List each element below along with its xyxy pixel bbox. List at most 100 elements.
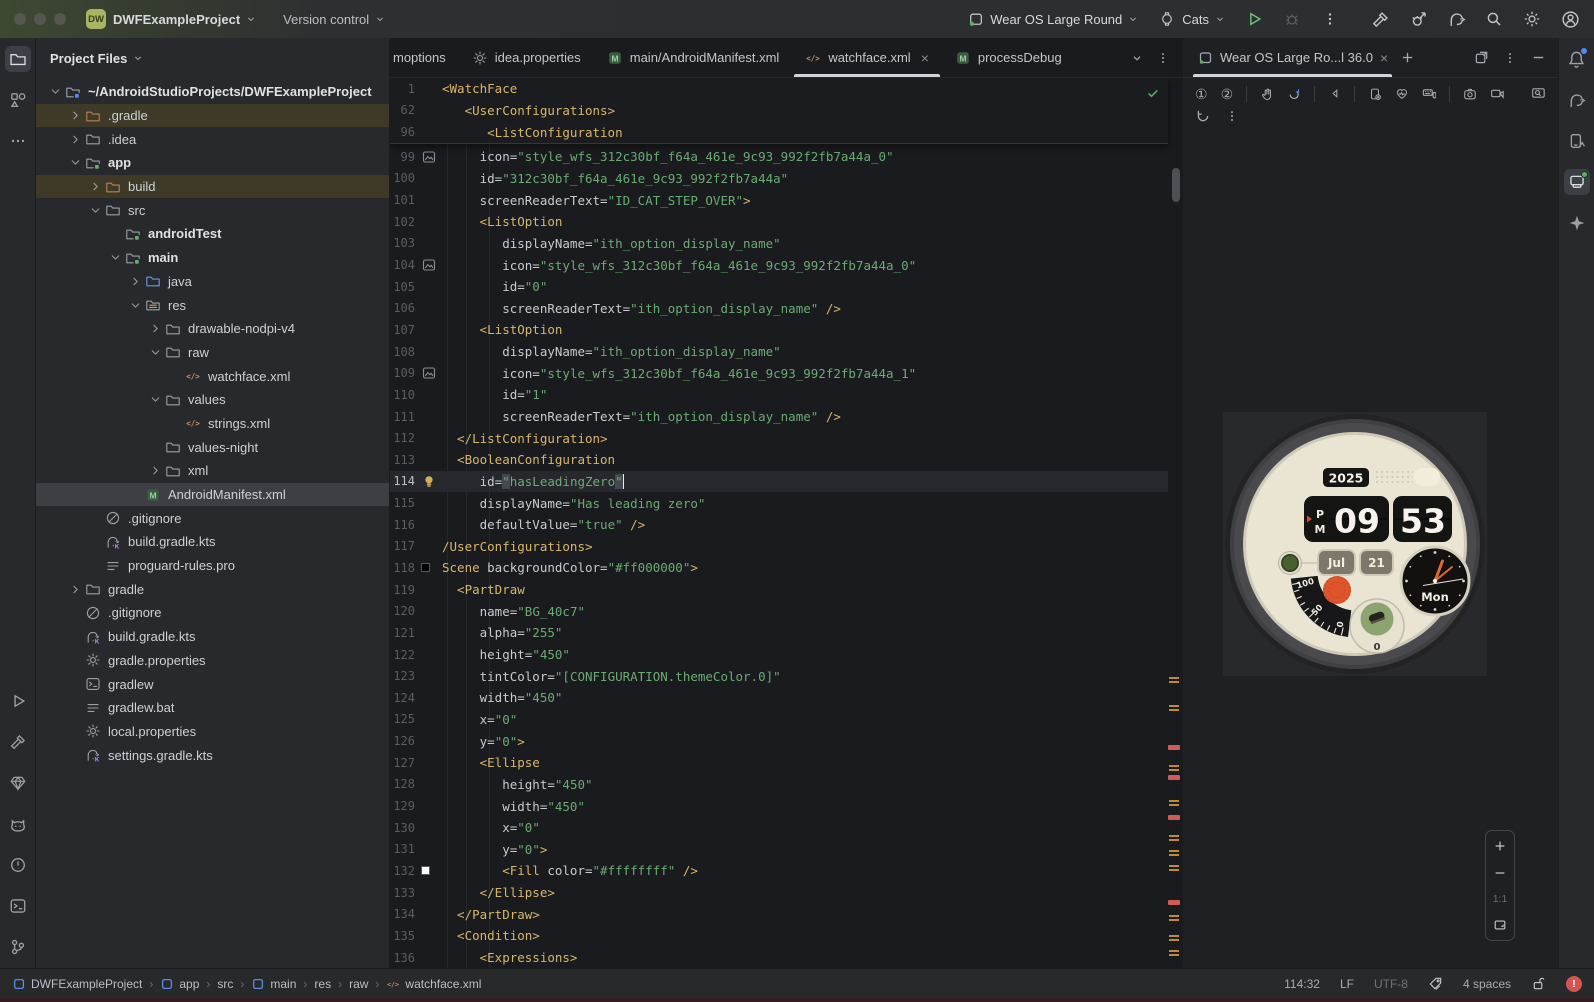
tree-item[interactable]: Ksettings.gradle.kts <box>36 743 389 767</box>
tree-chevron-icon[interactable] <box>66 154 84 171</box>
terminal-tool-button[interactable] <box>5 893 31 919</box>
line-number[interactable]: 119 <box>390 583 415 597</box>
tree-item[interactable]: proguard-rules.pro <box>36 554 389 578</box>
warning-stripe-mark[interactable] <box>1169 677 1179 679</box>
code-line[interactable]: 110id="1" <box>390 384 1168 406</box>
warning-stripe-mark[interactable] <box>1169 800 1179 802</box>
code-line[interactable]: 132<Fill color="#ffffffff" /> <box>390 860 1168 882</box>
run-tool-button[interactable] <box>5 688 31 714</box>
gutter-color-swatch-white[interactable] <box>415 866 442 875</box>
screenshot-icon[interactable] <box>1463 86 1477 102</box>
line-number[interactable]: 122 <box>390 648 415 662</box>
tree-item[interactable]: build <box>36 175 389 199</box>
running-device-tab[interactable]: Wear OS Large Ro...l 36.0 × <box>1193 38 1392 77</box>
code-line[interactable]: 108displayName="ith_option_display_name" <box>390 341 1168 363</box>
code-line[interactable]: 101screenReaderText="ID_CAT_STEP_OVER"> <box>390 189 1168 211</box>
line-number[interactable]: 112 <box>390 431 415 445</box>
device-selector[interactable]: Wear OS Large Round <box>965 9 1139 29</box>
error-stripe-mark[interactable] <box>1168 815 1180 820</box>
line-number[interactable]: 126 <box>390 734 415 748</box>
gradle-sync-icon[interactable] <box>1446 9 1466 29</box>
code-line-current[interactable]: 114id="hasLeadingZero" <box>390 471 1168 493</box>
tree-chevron-icon[interactable] <box>146 320 164 337</box>
tree-item[interactable]: Kbuild.gradle.kts <box>36 625 389 649</box>
tag-icon[interactable] <box>1428 976 1443 991</box>
account-button[interactable] <box>1560 9 1580 29</box>
tree-chevron-icon[interactable] <box>146 462 164 479</box>
tree-item[interactable]: raw <box>36 341 389 365</box>
line-number[interactable]: 62 <box>390 103 415 117</box>
tree-item[interactable]: .idea <box>36 127 389 151</box>
build-tool-button[interactable] <box>5 729 31 755</box>
line-number[interactable]: 99 <box>390 150 415 164</box>
line-number[interactable]: 115 <box>390 496 415 510</box>
line-number[interactable]: 113 <box>390 453 415 467</box>
code-line[interactable]: 115displayName="Has leading zero" <box>390 492 1168 514</box>
error-stripe-mark[interactable] <box>1168 775 1180 780</box>
line-number[interactable]: 103 <box>390 236 415 250</box>
line-number[interactable]: 125 <box>390 712 415 726</box>
window-controls[interactable] <box>14 13 66 25</box>
tree-item[interactable]: </>strings.xml <box>36 412 389 436</box>
tree-item[interactable]: MAndroidManifest.xml <box>36 483 389 507</box>
notifications-tool-button[interactable] <box>1564 46 1590 72</box>
tree-item[interactable]: gradle.properties <box>36 649 389 673</box>
run-button[interactable] <box>1244 9 1264 29</box>
screen-inspect-icon[interactable] <box>1531 85 1546 102</box>
line-number[interactable]: 110 <box>390 388 415 402</box>
close-icon[interactable]: × <box>1380 50 1388 66</box>
tree-item[interactable]: </>watchface.xml <box>36 364 389 388</box>
run-configuration-selector[interactable]: Cats <box>1157 9 1226 29</box>
code-line[interactable]: 100id="312c30bf_f64a_461e_9c93_992f2fb7a… <box>390 168 1168 190</box>
line-number[interactable]: 1 <box>390 82 415 96</box>
maximize-window-button[interactable] <box>54 13 66 25</box>
tab-list-chevron-icon[interactable] <box>1130 51 1144 65</box>
code-line[interactable]: 62<UserConfigurations> <box>390 100 1168 122</box>
line-number[interactable]: 134 <box>390 907 415 921</box>
search-everywhere-button[interactable] <box>1484 9 1504 29</box>
tree-item[interactable]: xml <box>36 459 389 483</box>
more-tool-windows-button[interactable] <box>5 128 31 154</box>
breadcrumb-item[interactable]: main <box>251 977 296 991</box>
build-button[interactable] <box>1370 9 1390 29</box>
line-number[interactable]: 102 <box>390 215 415 229</box>
editor-tab[interactable]: idea.properties <box>459 38 594 77</box>
code-line[interactable]: 103displayName="ith_option_display_name" <box>390 233 1168 255</box>
back-button-icon[interactable] <box>1328 86 1341 101</box>
line-number[interactable]: 96 <box>390 125 415 139</box>
screen-record-icon[interactable] <box>1490 85 1505 102</box>
error-stripe-mark[interactable] <box>1168 900 1180 905</box>
line-number[interactable]: 129 <box>390 799 415 813</box>
line-number[interactable]: 108 <box>390 345 415 359</box>
error-indicator-badge[interactable]: ! <box>1566 976 1582 992</box>
tree-item[interactable]: .gradle <box>36 104 389 128</box>
breadcrumb-item[interactable]: </>watchface.xml <box>386 977 481 991</box>
code-line[interactable]: 99icon="style_wfs_312c30bf_f64a_461e_9c9… <box>390 146 1168 168</box>
tree-item[interactable]: androidTest <box>36 222 389 246</box>
panel-options-kebab-icon[interactable] <box>1503 51 1517 65</box>
gutter-image-preview-icon[interactable] <box>415 149 442 165</box>
code-line[interactable]: 123tintColor="[CONFIGURATION.themeColor.… <box>390 665 1168 687</box>
code-line[interactable]: 133</Ellipse> <box>390 882 1168 904</box>
code-line[interactable]: 116defaultValue="true" /> <box>390 514 1168 536</box>
editor-tab[interactable]: moptions <box>390 38 459 77</box>
project-tool-button[interactable] <box>5 46 31 72</box>
code-line[interactable]: 96<ListConfiguration <box>390 121 1168 143</box>
line-number[interactable]: 123 <box>390 669 415 683</box>
warning-stripe-mark[interactable] <box>1169 850 1179 852</box>
tree-item[interactable]: values-night <box>36 435 389 459</box>
code-line[interactable]: 113<BooleanConfiguration <box>390 449 1168 471</box>
code-line[interactable]: 102<ListOption <box>390 211 1168 233</box>
tree-chevron-icon[interactable] <box>106 249 124 266</box>
indent-widget[interactable]: 4 spaces <box>1463 977 1511 991</box>
tree-item[interactable]: ~/AndroidStudioProjects/DWFExampleProjec… <box>36 80 389 104</box>
tree-item[interactable]: gradlew.bat <box>36 696 389 720</box>
code-line[interactable]: 122height="450" <box>390 644 1168 666</box>
breadcrumb-item[interactable]: res <box>314 977 331 991</box>
code-line[interactable]: 104icon="style_wfs_312c30bf_f64a_461e_9c… <box>390 254 1168 276</box>
button-2-icon[interactable]: ② <box>1221 87 1234 101</box>
lock-open-icon[interactable] <box>1531 976 1546 991</box>
line-number[interactable]: 109 <box>390 366 415 380</box>
code-line[interactable]: 128height="450" <box>390 774 1168 796</box>
warning-stripe-mark[interactable] <box>1169 950 1179 952</box>
